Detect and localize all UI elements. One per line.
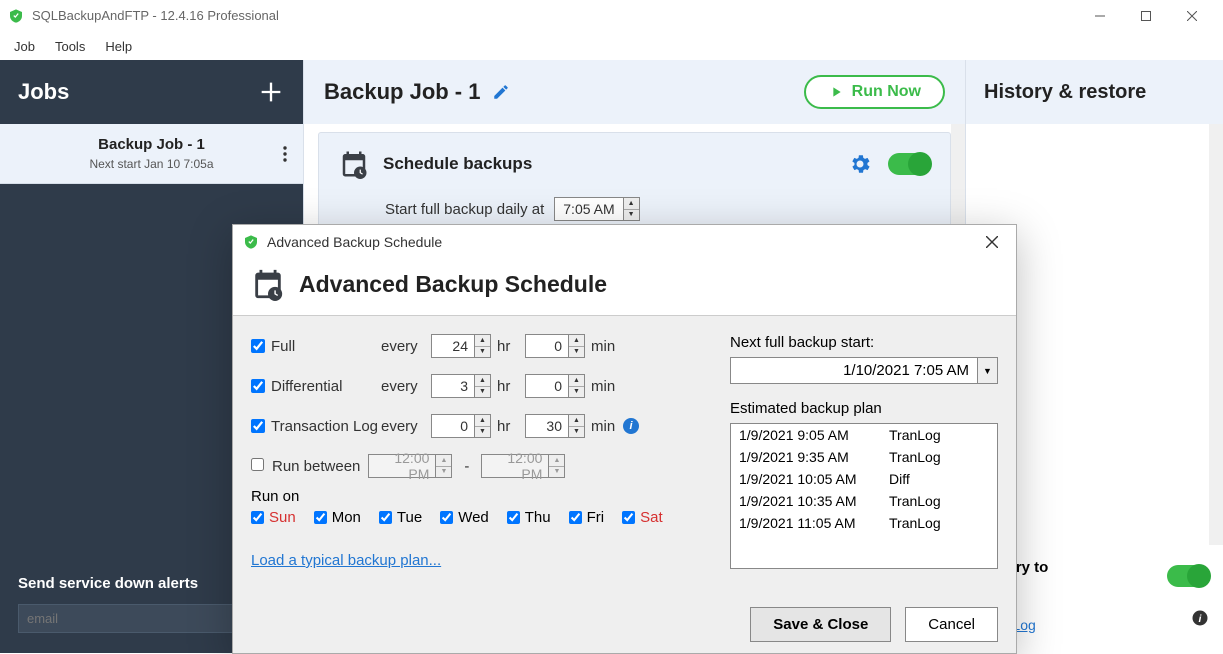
history-scrollbar[interactable]	[1209, 124, 1223, 545]
save-close-button[interactable]: Save & Close	[750, 607, 891, 642]
daily-label: Start full backup daily at	[385, 201, 544, 218]
time-spinner[interactable]: ▲▼	[623, 198, 639, 220]
runbetween-from[interactable]: 12:00 PM▲▼	[368, 454, 452, 478]
daily-time-field[interactable]: 7:05 AM ▲▼	[554, 197, 639, 221]
menubar: Job Tools Help	[0, 32, 1223, 60]
cancel-button[interactable]: Cancel	[905, 607, 998, 642]
tlog-min-input[interactable]: 30▲▼	[525, 414, 585, 438]
runbetween-checkbox[interactable]: Run between	[251, 458, 360, 475]
sidebar-job-item[interactable]: Backup Job - 1 Next start Jan 10 7:05a	[0, 124, 303, 184]
history-toggle[interactable]	[1167, 565, 1209, 587]
history-title: History & restore	[984, 81, 1146, 104]
diff-checkbox[interactable]: Differential	[251, 378, 381, 395]
job-menu-icon[interactable]	[277, 146, 293, 162]
job-name: Backup Job - 1	[18, 136, 285, 153]
next-backup-label: Next full backup start:	[730, 334, 998, 351]
plan-label: Estimated backup plan	[730, 400, 998, 417]
plan-row: 1/9/2021 10:05 AMDiff	[731, 468, 997, 490]
day-mon[interactable]: Mon	[314, 509, 361, 526]
menu-help[interactable]: Help	[95, 35, 142, 58]
dialog-close-button[interactable]	[978, 232, 1006, 252]
next-backup-field[interactable]: 1/10/2021 7:05 AM ▼	[730, 357, 998, 384]
dialog-calendar-icon	[251, 267, 285, 301]
run-now-button[interactable]: Run Now	[804, 75, 945, 109]
day-fri[interactable]: Fri	[569, 509, 605, 526]
schedule-toggle[interactable]	[888, 153, 930, 175]
job-next-start: Next start Jan 10 7:05a	[18, 157, 285, 171]
day-thu[interactable]: Thu	[507, 509, 551, 526]
daily-time-value: 7:05 AM	[555, 198, 622, 220]
sidebar-title: Jobs	[18, 79, 69, 105]
day-wed[interactable]: Wed	[440, 509, 489, 526]
schedule-title: Schedule backups	[383, 154, 848, 174]
edit-job-icon[interactable]	[492, 83, 510, 101]
menu-tools[interactable]: Tools	[45, 35, 95, 58]
schedule-settings-icon[interactable]	[848, 152, 872, 176]
diff-hr-input[interactable]: 3▲▼	[431, 374, 491, 398]
day-tue[interactable]: Tue	[379, 509, 422, 526]
plan-row: 1/9/2021 9:05 AMTranLog	[731, 424, 997, 446]
app-logo-icon	[8, 8, 24, 24]
close-button[interactable]	[1169, 0, 1215, 32]
plan-row: 1/9/2021 10:35 AMTranLog	[731, 490, 997, 512]
content-title: Backup Job - 1	[324, 79, 480, 105]
run-now-label: Run Now	[852, 83, 921, 101]
titlebar: SQLBackupAndFTP - 12.4.16 Professional	[0, 0, 1223, 32]
runbetween-to[interactable]: 12:00 PM▲▼	[481, 454, 565, 478]
full-hr-input[interactable]: 24▲▼	[431, 334, 491, 358]
load-plan-link[interactable]: Load a typical backup plan...	[251, 552, 441, 569]
add-job-button[interactable]	[257, 78, 285, 106]
dialog-header: Advanced Backup Schedule	[299, 271, 607, 298]
tlog-checkbox[interactable]: Transaction Log	[251, 418, 381, 435]
plan-list[interactable]: 1/9/2021 9:05 AMTranLog 1/9/2021 9:35 AM…	[730, 423, 998, 569]
chevron-down-icon[interactable]: ▼	[977, 358, 997, 383]
runon-label: Run on	[251, 488, 700, 505]
plan-row: 1/9/2021 11:05 AMTranLog	[731, 512, 997, 534]
diff-min-input[interactable]: 0▲▼	[525, 374, 585, 398]
info-icon[interactable]: i	[1191, 609, 1209, 627]
advanced-schedule-dialog: Advanced Backup Schedule Advanced Backup…	[232, 224, 1017, 654]
tlog-hr-input[interactable]: 0▲▼	[431, 414, 491, 438]
dialog-title: Advanced Backup Schedule	[267, 234, 978, 250]
full-min-input[interactable]: 0▲▼	[525, 334, 585, 358]
minimize-button[interactable]	[1077, 0, 1123, 32]
maximize-button[interactable]	[1123, 0, 1169, 32]
dialog-logo-icon	[243, 234, 259, 250]
menu-job[interactable]: Job	[4, 35, 45, 58]
window-title: SQLBackupAndFTP - 12.4.16 Professional	[32, 8, 1077, 23]
tlog-info-icon[interactable]: i	[623, 418, 639, 434]
schedule-card: Schedule backups Start full backup daily…	[318, 132, 951, 238]
plan-row: 1/9/2021 9:35 AMTranLog	[731, 446, 997, 468]
day-sat[interactable]: Sat	[622, 509, 663, 526]
day-sun[interactable]: Sun	[251, 509, 296, 526]
full-checkbox[interactable]: Full	[251, 338, 381, 355]
calendar-icon	[339, 149, 369, 179]
